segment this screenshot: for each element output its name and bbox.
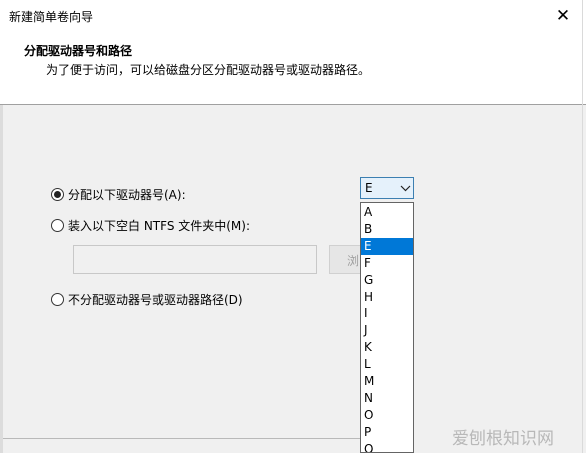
page-description: 为了便于访问，可以给磁盘分区分配驱动器号或驱动器路径。 [46, 63, 371, 77]
watermark: 爱刨根知识网 [452, 429, 554, 449]
no-assign-label: 不分配驱动器号或驱动器路径(D) [68, 293, 243, 307]
drive-letter-dropdown[interactable]: ABEFGHIJKLMNOPQ [360, 202, 414, 453]
left-edge [0, 105, 3, 453]
assign-letter-option[interactable]: 分配以下驱动器号(A): [51, 186, 186, 203]
drive-option-k[interactable]: K [361, 339, 413, 356]
drive-option-l[interactable]: L [361, 356, 413, 373]
drive-option-b[interactable]: B [361, 221, 413, 238]
drive-option-h[interactable]: H [361, 289, 413, 306]
drive-option-j[interactable]: J [361, 322, 413, 339]
radio-assign-letter[interactable] [51, 188, 64, 201]
right-edge [582, 0, 583, 453]
drive-option-q[interactable]: Q [361, 441, 413, 452]
page-title: 分配驱动器号和路径 [24, 44, 133, 58]
close-icon[interactable]: ✕ [540, 0, 586, 32]
drive-option-a[interactable]: A [361, 204, 413, 221]
assign-letter-label: 分配以下驱动器号(A): [68, 188, 186, 202]
wizard-header: 分配驱动器号和路径 为了便于访问，可以给磁盘分区分配驱动器号或驱动器路径。 [0, 32, 586, 105]
drive-option-n[interactable]: N [361, 390, 413, 407]
drive-option-o[interactable]: O [361, 407, 413, 424]
drive-letter-value: E [365, 181, 373, 195]
drive-option-i[interactable]: I [361, 305, 413, 322]
folder-path-input[interactable] [73, 245, 317, 274]
radio-no-assign[interactable] [51, 293, 64, 306]
mount-folder-label: 装入以下空白 NTFS 文件夹中(M): [68, 219, 251, 233]
mount-folder-option[interactable]: 装入以下空白 NTFS 文件夹中(M): [51, 217, 250, 234]
drive-letter-select[interactable]: E [360, 177, 414, 199]
drive-option-m[interactable]: M [361, 373, 413, 390]
drive-option-e[interactable]: E [361, 237, 413, 255]
window-titlebar: 新建简单卷向导 ✕ [0, 0, 586, 32]
window-title: 新建简单卷向导 [9, 10, 94, 24]
header-divider [0, 104, 586, 105]
footer-divider [3, 438, 360, 439]
chevron-down-icon [400, 180, 411, 199]
drive-option-f[interactable]: F [361, 255, 413, 272]
radio-mount-folder[interactable] [51, 219, 64, 232]
drive-option-p[interactable]: P [361, 424, 413, 441]
browse-label: 浏 [347, 254, 360, 268]
drive-option-g[interactable]: G [361, 272, 413, 289]
no-assign-option[interactable]: 不分配驱动器号或驱动器路径(D) [51, 291, 243, 308]
